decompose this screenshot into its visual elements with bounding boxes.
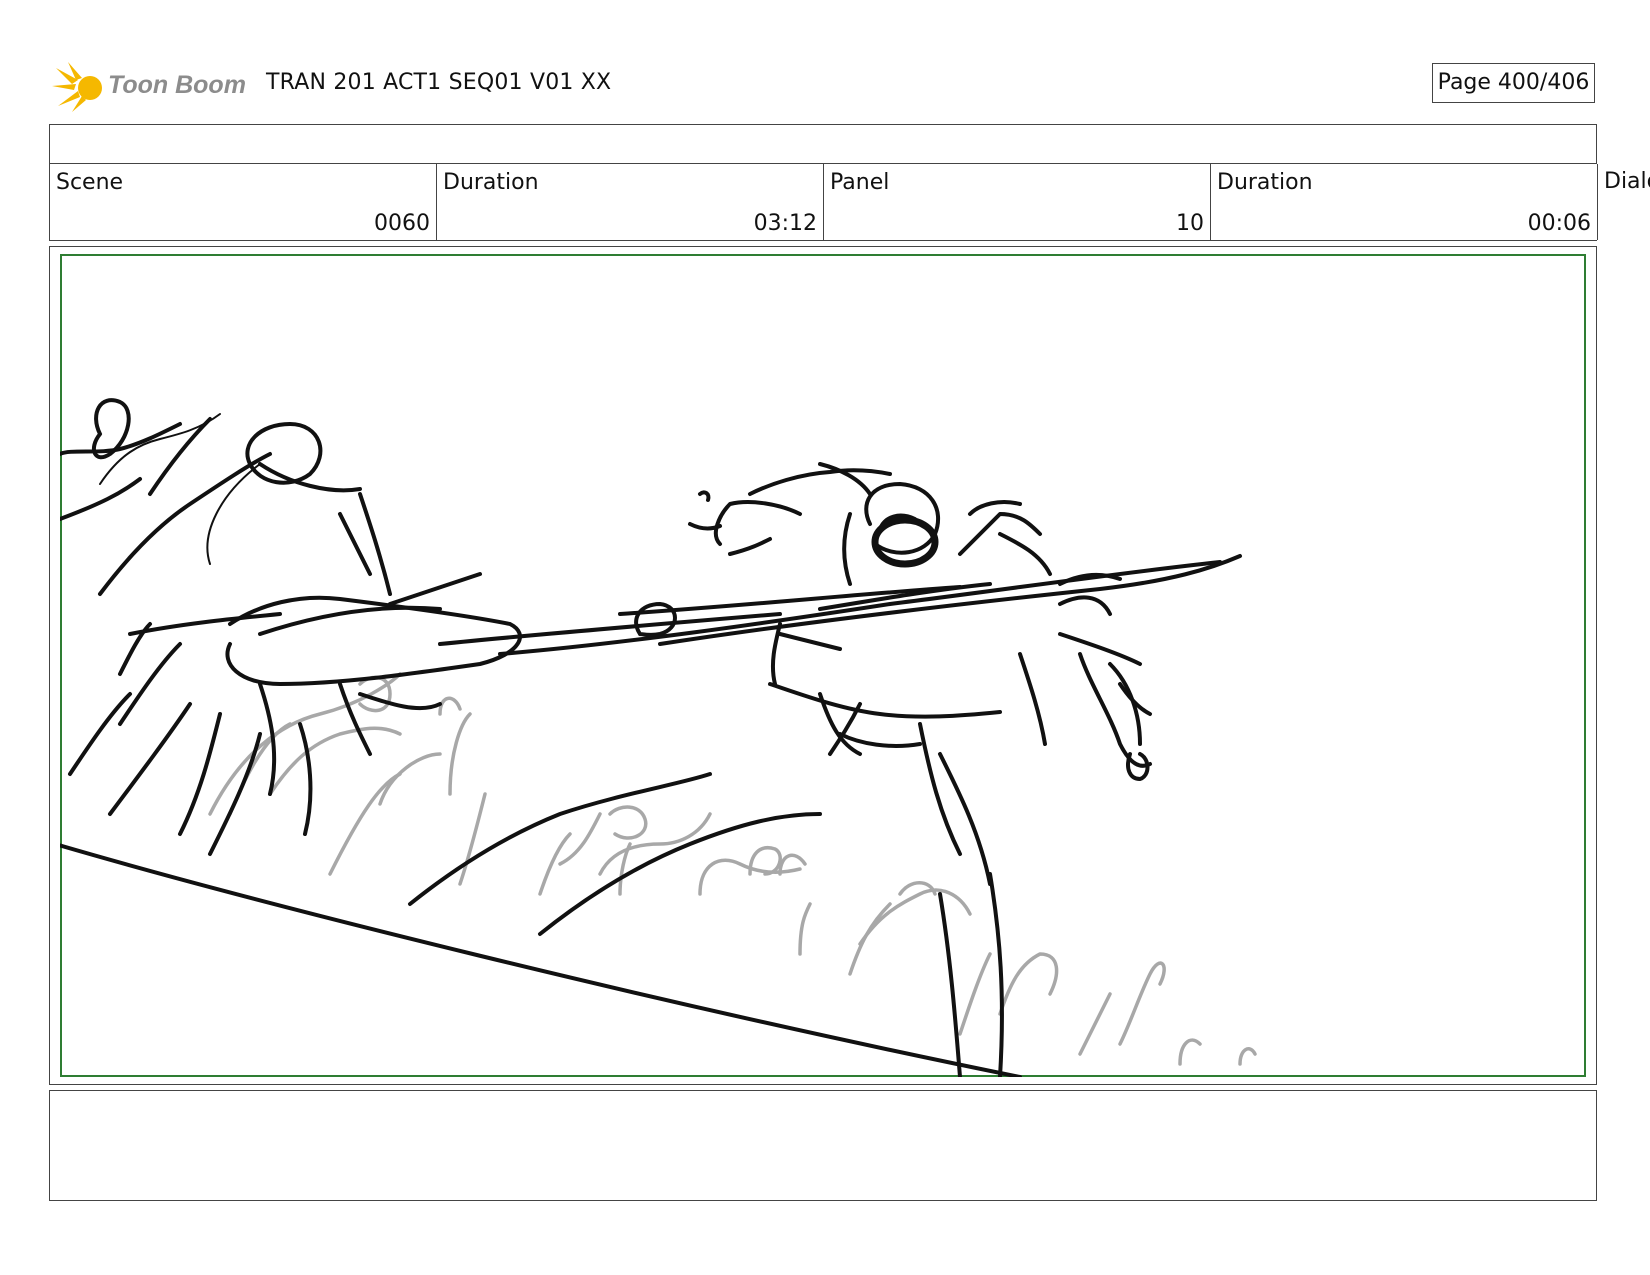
svg-text:Toon Boom: Toon Boom xyxy=(108,71,246,99)
panel-duration-label: Duration xyxy=(1217,170,1313,195)
panel-label: Panel xyxy=(830,170,890,195)
blank-header-row xyxy=(49,124,1597,163)
document-title: TRAN 201 ACT1 SEQ01 V01 XX xyxy=(266,70,612,95)
toon-boom-logo: Toon Boom xyxy=(52,58,252,114)
panel-duration-cell: Duration 00:06 xyxy=(1211,164,1598,240)
scene-label: Scene xyxy=(56,170,124,195)
storyboard-panel xyxy=(60,254,1586,1077)
sun-burst-icon xyxy=(52,62,102,112)
sketch-drawing xyxy=(60,254,1586,1077)
scene-duration-value: 03:12 xyxy=(753,211,817,236)
background-crowd-sketch xyxy=(208,672,1257,1066)
panel-value: 10 xyxy=(1176,211,1204,236)
panel-cell: Panel 10 xyxy=(824,164,1211,240)
panel-duration-value: 00:06 xyxy=(1527,211,1591,236)
action-notes-box xyxy=(49,1090,1597,1201)
scene-value: 0060 xyxy=(374,211,430,236)
sketch-ring-detail xyxy=(871,516,939,568)
foreground-figures-sketch xyxy=(60,398,1242,1077)
dialog-label: Dialog xyxy=(1604,169,1650,194)
scene-duration-label: Duration xyxy=(443,170,539,195)
panel-safe-border xyxy=(60,254,1586,1077)
scene-cell: Scene 0060 xyxy=(50,164,437,240)
page-counter: Page 400/406 xyxy=(1432,63,1595,103)
info-row: Scene 0060 Duration 03:12 Panel 10 Durat… xyxy=(49,163,1598,241)
scene-duration-cell: Duration 03:12 xyxy=(437,164,824,240)
thin-sketch-stroke xyxy=(206,463,261,565)
